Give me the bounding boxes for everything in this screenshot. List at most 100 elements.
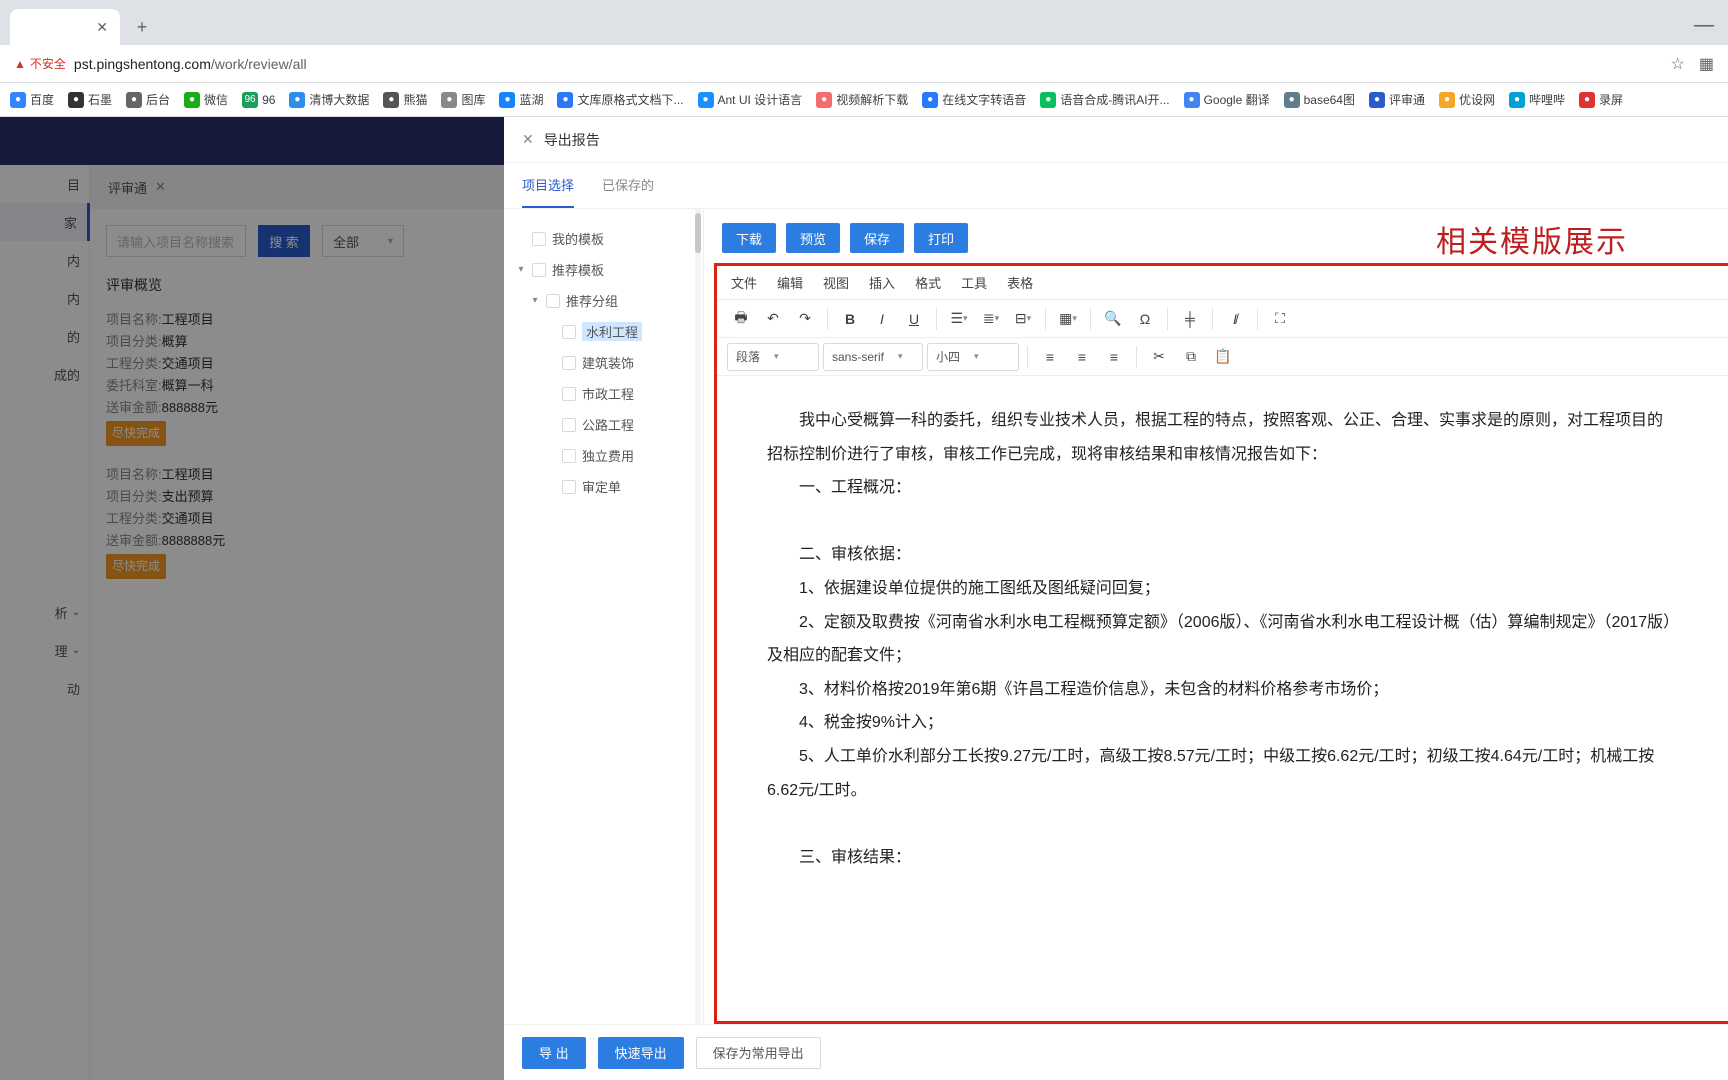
bookmark-item[interactable]: ●图库 bbox=[441, 91, 485, 108]
document-body[interactable]: 我中心受概算一科的委托，组织专业技术人员，根据工程的特点，按照客观、公正、合理、… bbox=[717, 376, 1728, 1021]
bookmark-item[interactable]: ●哔哩哔 bbox=[1509, 91, 1565, 108]
menu-item[interactable]: 编辑 bbox=[777, 273, 803, 292]
bookmark-item[interactable]: ●熊猫 bbox=[383, 91, 427, 108]
menu-item[interactable]: 格式 bbox=[915, 273, 941, 292]
checkbox[interactable] bbox=[546, 294, 560, 308]
bookmark-item[interactable]: ●百度 bbox=[10, 91, 54, 108]
redo-icon[interactable]: ↷ bbox=[791, 305, 819, 333]
tree-node[interactable]: 公路工程 bbox=[512, 409, 695, 440]
paste-icon[interactable]: 📋 bbox=[1209, 343, 1237, 371]
checkbox[interactable] bbox=[562, 480, 576, 494]
search-icon[interactable]: 🔍 bbox=[1099, 305, 1127, 333]
checkbox[interactable] bbox=[532, 232, 546, 246]
modal-tab[interactable]: 项目选择 bbox=[522, 163, 574, 208]
star-icon[interactable]: ☆ bbox=[1671, 54, 1685, 74]
tree-node[interactable]: 建筑装饰 bbox=[512, 347, 695, 378]
bookmark-item[interactable]: ●Ant UI 设计语言 bbox=[698, 91, 803, 108]
security-warning[interactable]: ▲ 不安全 bbox=[14, 55, 66, 72]
menu-item[interactable]: 视图 bbox=[823, 273, 849, 292]
print-button[interactable]: 打印 bbox=[914, 223, 968, 253]
underline-icon[interactable]: U bbox=[900, 305, 928, 333]
bookmark-icon: ● bbox=[1284, 92, 1300, 108]
pagebreak-icon[interactable]: ╪ bbox=[1176, 305, 1204, 333]
bookmark-item[interactable]: ●微信 bbox=[184, 91, 228, 108]
checkbox[interactable] bbox=[562, 356, 576, 370]
checkbox[interactable] bbox=[562, 325, 576, 339]
minimize-icon[interactable]: — bbox=[1694, 14, 1714, 37]
tree-node[interactable]: 审定单 bbox=[512, 471, 695, 502]
menu-item[interactable]: 表格 bbox=[1007, 273, 1033, 292]
new-tab-button[interactable]: + bbox=[128, 13, 156, 41]
table-icon[interactable]: ▦▾ bbox=[1054, 305, 1082, 333]
checkbox[interactable] bbox=[562, 418, 576, 432]
template-tree: 我的模板▾推荐模板▾推荐分组水利工程建筑装饰市政工程公路工程独立费用审定单 bbox=[504, 209, 704, 1024]
tree-node[interactable]: 市政工程 bbox=[512, 378, 695, 409]
undo-icon[interactable]: ↶ bbox=[759, 305, 787, 333]
bookmark-icon: ● bbox=[126, 92, 142, 108]
url-field[interactable]: pst.pingshentong.com/work/review/all bbox=[74, 56, 1671, 72]
align-center-icon[interactable]: ≡ bbox=[1068, 343, 1096, 371]
bookmark-icon: ● bbox=[1579, 92, 1595, 108]
editor-toolbar-2: 段落▾ sans-serif▾ 小四▾ ≡ ≡ ≡ ✂ ⧉ 📋 bbox=[717, 338, 1728, 376]
modal-backdrop[interactable] bbox=[0, 117, 504, 1080]
bookmark-item[interactable]: ●文库原格式文档下... bbox=[557, 91, 683, 108]
export-button[interactable]: 导 出 bbox=[522, 1037, 586, 1069]
preview-button[interactable]: 预览 bbox=[786, 223, 840, 253]
save-as-common-button[interactable]: 保存为常用导出 bbox=[696, 1037, 821, 1069]
quick-export-button[interactable]: 快速导出 bbox=[598, 1037, 684, 1069]
number-list-icon[interactable]: ≣▾ bbox=[977, 305, 1005, 333]
checkbox[interactable] bbox=[562, 387, 576, 401]
download-button[interactable]: 下载 bbox=[722, 223, 776, 253]
close-icon[interactable]: ✕ bbox=[522, 131, 534, 148]
clear-format-icon[interactable]: I̸ bbox=[1221, 305, 1249, 333]
cut-icon[interactable]: ✂ bbox=[1145, 343, 1173, 371]
bookmark-item[interactable]: ●在线文字转语音 bbox=[922, 91, 1026, 108]
bookmark-item[interactable]: ●评审通 bbox=[1369, 91, 1425, 108]
print-icon[interactable]: 🖶 bbox=[727, 305, 755, 333]
modal-tab[interactable]: 已保存的 bbox=[602, 163, 654, 208]
bold-icon[interactable]: B bbox=[836, 305, 864, 333]
paragraph-select[interactable]: 段落▾ bbox=[727, 343, 819, 371]
bookmark-item[interactable]: ●后台 bbox=[126, 91, 170, 108]
fontsize-select[interactable]: 小四▾ bbox=[927, 343, 1019, 371]
bookmark-item[interactable]: ●录屏 bbox=[1579, 91, 1623, 108]
bullet-list-icon[interactable]: ☰▾ bbox=[945, 305, 973, 333]
close-icon[interactable]: ✕ bbox=[96, 19, 108, 36]
indent-icon[interactable]: ⊟▾ bbox=[1009, 305, 1037, 333]
copy-icon[interactable]: ⧉ bbox=[1177, 343, 1205, 371]
menu-item[interactable]: 工具 bbox=[961, 273, 987, 292]
bookmark-item[interactable]: ●视频解析下载 bbox=[816, 91, 908, 108]
bookmark-item[interactable]: ●清博大数据 bbox=[289, 91, 369, 108]
tree-node[interactable]: 水利工程 bbox=[512, 316, 695, 347]
font-select[interactable]: sans-serif▾ bbox=[823, 343, 923, 371]
menu-item[interactable]: 插入 bbox=[869, 273, 895, 292]
bookmark-item[interactable]: ●base64图 bbox=[1284, 91, 1355, 108]
save-button[interactable]: 保存 bbox=[850, 223, 904, 253]
tree-node[interactable]: 我的模板 bbox=[512, 223, 695, 254]
tree-node[interactable]: 独立费用 bbox=[512, 440, 695, 471]
bookmark-item[interactable]: ●语音合成-腾讯AI开... bbox=[1040, 91, 1169, 108]
extension-icon[interactable]: ▦ bbox=[1699, 54, 1714, 74]
omega-icon[interactable]: Ω bbox=[1131, 305, 1159, 333]
align-left-icon[interactable]: ≡ bbox=[1036, 343, 1064, 371]
caret-icon: ▾ bbox=[516, 264, 526, 275]
bookmark-item[interactable]: ●石墨 bbox=[68, 91, 112, 108]
bookmark-item[interactable]: ●蓝湖 bbox=[499, 91, 543, 108]
preview-pane: 相关模版展示 下载 预览 保存 打印 文件编辑视图插入格式工具表格 🖶 ↶ ↷ … bbox=[704, 209, 1728, 1024]
checkbox[interactable] bbox=[532, 263, 546, 277]
fullscreen-icon[interactable]: ⛶ bbox=[1266, 305, 1294, 333]
italic-icon[interactable]: I bbox=[868, 305, 896, 333]
tree-node[interactable]: ▾推荐分组 bbox=[512, 285, 695, 316]
bookmark-item[interactable]: ●Google 翻译 bbox=[1184, 91, 1270, 108]
menu-item[interactable]: 文件 bbox=[731, 273, 757, 292]
tree-node[interactable]: ▾推荐模板 bbox=[512, 254, 695, 285]
bookmark-icon: ● bbox=[1439, 92, 1455, 108]
checkbox[interactable] bbox=[562, 449, 576, 463]
bookmark-item[interactable]: 9696 bbox=[242, 92, 275, 108]
align-right-icon[interactable]: ≡ bbox=[1100, 343, 1128, 371]
browser-tab[interactable]: ✕ bbox=[10, 9, 120, 45]
scrollbar[interactable] bbox=[695, 209, 701, 1024]
bookmark-icon: 96 bbox=[242, 92, 258, 108]
bookmark-item[interactable]: ●优设网 bbox=[1439, 91, 1495, 108]
bookmark-icon: ● bbox=[698, 92, 714, 108]
